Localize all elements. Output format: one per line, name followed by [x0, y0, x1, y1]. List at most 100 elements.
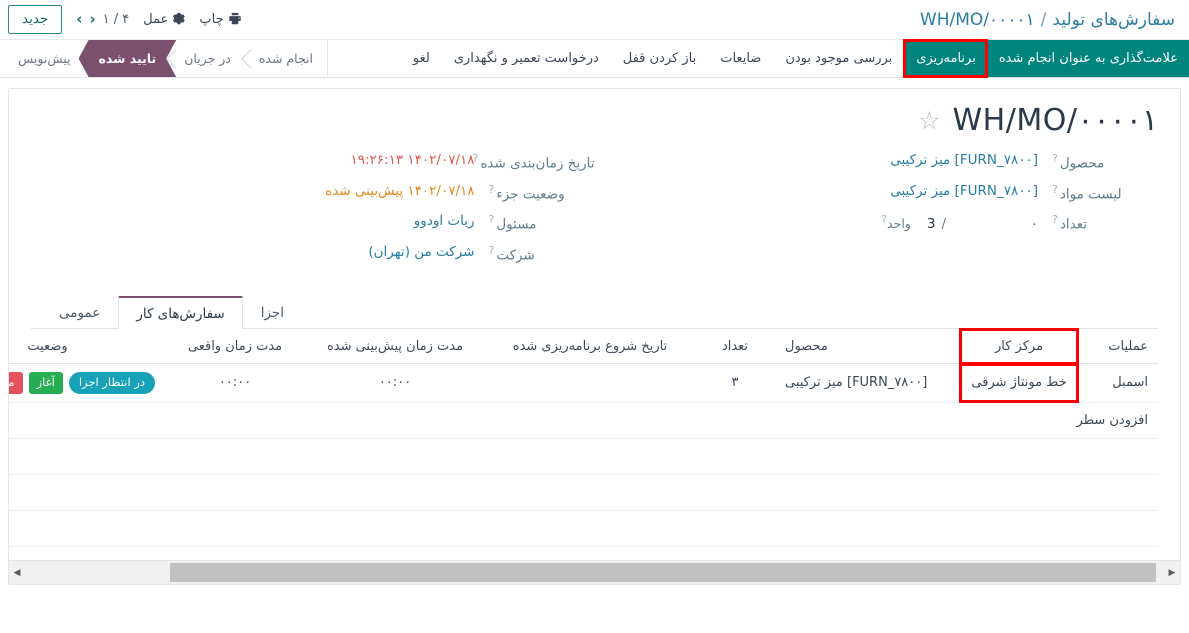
empty-cell [8, 474, 165, 510]
empty-cell [305, 474, 485, 510]
table-header-row: عملیات مرکز کار محصول تعداد تاریخ شروع ب… [8, 329, 1158, 364]
breadcrumb-parent[interactable]: سفارش‌های تولید [1052, 10, 1175, 30]
pager-next-icon[interactable]: › [89, 12, 95, 27]
field-company: شرکت? شرکت من (تهران) [41, 244, 595, 264]
cell-planned-start[interactable] [485, 364, 695, 403]
action-button-mark-done[interactable]: علامت‌گذاری به عنوان انجام شده [987, 40, 1189, 77]
print-menu-label: چاپ [199, 12, 223, 27]
column-header-real-duration[interactable]: مدت زمان واقعی [165, 329, 305, 364]
empty-cell [960, 510, 1078, 546]
add-row-filler-1 [960, 402, 1078, 438]
empty-cell [695, 510, 775, 546]
field-bom-value[interactable]: [FURN_۷۸۰۰] میز ترکیبی [615, 183, 1039, 199]
top-control-bar: سفارش‌های تولید / WH/MO/۰۰۰۰۱ جدید ‹ › ۱… [0, 0, 1189, 40]
field-product-value[interactable]: [FURN_۷۸۰۰] میز ترکیبی [615, 152, 1039, 168]
print-menu-button[interactable]: چاپ [199, 12, 241, 28]
action-button-cancel[interactable]: لغو [401, 40, 442, 77]
add-row-filler-4 [485, 402, 695, 438]
empty-cell [165, 438, 305, 474]
action-button-scrap[interactable]: ضایعات [708, 40, 773, 77]
start-button[interactable]: آغاز [29, 372, 63, 394]
cell-operation[interactable]: اسمبل [1078, 364, 1158, 403]
field-company-value[interactable]: شرکت من (تهران) [41, 244, 475, 260]
field-product-label: محصول? [1038, 152, 1158, 172]
cell-quantity[interactable]: ۳ [695, 364, 775, 403]
add-row-filler-5 [305, 402, 485, 438]
field-responsible-label: مسئول? [475, 213, 595, 233]
record-pager: ‹ › ۱ / ۴ [76, 12, 129, 27]
breadcrumb: سفارش‌های تولید / WH/MO/۰۰۰۰۱ [920, 10, 1175, 30]
empty-cell [695, 474, 775, 510]
new-button[interactable]: جدید [8, 5, 62, 33]
field-component-status-label: وضعیت جزء? [475, 183, 595, 203]
field-quantity-value: ۰ / 3 واحد? [615, 213, 1039, 232]
gear-icon [172, 12, 185, 28]
table-add-row[interactable]: افزودن سطر [8, 402, 1158, 438]
tab-miscellaneous[interactable]: عمومی [41, 296, 118, 329]
add-row-link[interactable]: افزودن سطر [1078, 402, 1158, 438]
cell-state: در انتظار اجزا آغاز مسدودسازی [8, 364, 165, 403]
field-quantity: تعداد? ۰ / 3 واحد? [615, 213, 1159, 233]
column-header-state[interactable]: وضعیت [8, 329, 165, 364]
cell-expected-duration[interactable]: ۰۰:۰۰ [305, 364, 485, 403]
pager-prev-icon[interactable]: ‹ [76, 12, 82, 27]
column-header-work-center[interactable]: مرکز کار [960, 329, 1078, 364]
empty-cell [775, 438, 960, 474]
field-scheduled-date-value[interactable]: ۱۴۰۲/۰۷/۱۸ ۱۹:۲۶:۱۳ [41, 152, 475, 168]
field-bom: لیست مواد? [FURN_۷۸۰۰] میز ترکیبی [615, 183, 1159, 203]
horizontal-scrollbar[interactable]: ◀ ▶ [9, 560, 1180, 584]
cell-product[interactable]: [FURN_۷۸۰۰] میز ترکیبی [775, 364, 960, 403]
add-row-filler-6 [165, 402, 305, 438]
quantity-total[interactable]: 3 [927, 216, 936, 232]
work-orders-table-wrap: عملیات مرکز کار محصول تعداد تاریخ شروع ب… [31, 329, 1158, 583]
empty-cell [960, 438, 1078, 474]
scroll-right-arrow-icon[interactable]: ▶ [1164, 561, 1180, 584]
status-confirmed[interactable]: تایید شده [79, 40, 177, 77]
field-quantity-label: تعداد? [1038, 213, 1158, 233]
action-menu-button[interactable]: عمل [143, 12, 185, 28]
empty-cell [775, 510, 960, 546]
column-header-product[interactable]: محصول [775, 329, 960, 364]
record-title-row: WH/MO/۰۰۰۰۱ ☆ [31, 103, 1158, 138]
tab-work-orders[interactable]: سفارش‌های کار [118, 296, 242, 329]
status-done[interactable]: انجام شده [245, 40, 327, 77]
empty-cell [960, 474, 1078, 510]
add-row-filler-2 [775, 402, 960, 438]
column-header-quantity[interactable]: تعداد [695, 329, 775, 364]
field-responsible-value[interactable]: ربات اودوو [41, 213, 475, 229]
empty-cell [8, 438, 165, 474]
work-orders-table: عملیات مرکز کار محصول تعداد تاریخ شروع ب… [8, 329, 1158, 583]
scrollbar-thumb[interactable] [170, 563, 1156, 582]
tab-components[interactable]: اجزا [243, 296, 302, 329]
empty-cell [485, 438, 695, 474]
cell-real-duration[interactable]: ۰۰:۰۰ [165, 364, 305, 403]
field-component-status: وضعیت جزء? ۱۴۰۲/۰۷/۱۸ پیش‌بینی شده [41, 183, 595, 203]
status-draft[interactable]: پیش‌نویس [4, 40, 85, 77]
scrollbar-track[interactable] [25, 561, 1164, 584]
block-button[interactable]: مسدودسازی [8, 372, 23, 394]
table-empty-row [8, 438, 1158, 474]
action-status-bar: علامت‌گذاری به عنوان انجام شده برنامه‌ری… [0, 40, 1189, 78]
field-component-status-value: ۱۴۰۲/۰۷/۱۸ پیش‌بینی شده [41, 183, 475, 199]
field-scheduled-date: تاریخ زمان‌بندی شده? ۱۴۰۲/۰۷/۱۸ ۱۹:۲۶:۱۳ [41, 152, 595, 172]
scroll-left-arrow-icon[interactable]: ◀ [9, 561, 25, 584]
column-header-operation[interactable]: عملیات [1078, 329, 1158, 364]
quantity-separator: / [941, 216, 946, 232]
favorite-star-icon[interactable]: ☆ [918, 108, 940, 133]
quantity-produced[interactable]: ۰ [952, 216, 1038, 232]
action-button-maintenance-request[interactable]: درخواست تعمیر و نگهداری [442, 40, 611, 77]
field-bom-label: لیست مواد? [1038, 183, 1158, 203]
action-button-plan[interactable]: برنامه‌ریزی [904, 40, 987, 77]
column-header-expected-duration[interactable]: مدت زمان پیش‌بینی شده [305, 329, 485, 364]
action-button-check-availability[interactable]: بررسی موجود بودن [773, 40, 904, 77]
field-responsible: مسئول? ربات اودوو [41, 213, 595, 233]
column-header-planned-start[interactable]: تاریخ شروع برنامه‌ریزی شده [485, 329, 695, 364]
cell-work-center[interactable]: خط مونتاژ شرقی [960, 364, 1078, 403]
breadcrumb-separator: / [1041, 10, 1047, 30]
empty-cell [305, 510, 485, 546]
empty-cell [165, 510, 305, 546]
table-row[interactable]: اسمبل خط مونتاژ شرقی [FURN_۷۸۰۰] میز ترک… [8, 364, 1158, 403]
action-button-unlock[interactable]: باز کردن قفل [611, 40, 708, 77]
status-in-progress[interactable]: در جریان [170, 40, 245, 77]
empty-cell [8, 510, 165, 546]
